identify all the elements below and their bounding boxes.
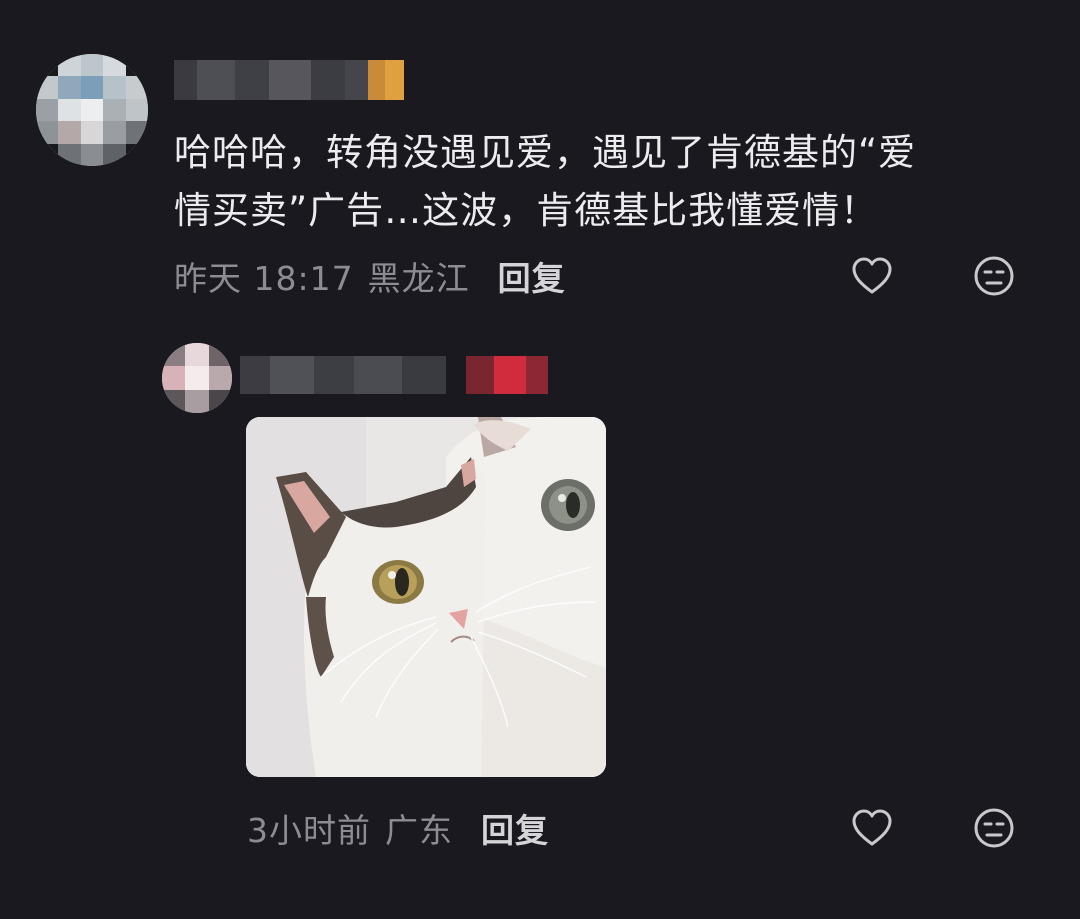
comment-time: 昨天 18:17 <box>174 259 354 298</box>
avatar-pixelation <box>36 54 148 166</box>
reply-like-button[interactable] <box>849 805 895 851</box>
reply-time: 3小时前 <box>247 811 371 850</box>
heart-outline-icon <box>852 809 892 846</box>
heart-outline-icon <box>852 257 892 294</box>
reply-location: 广东 <box>385 811 453 850</box>
meh-face-icon <box>974 808 1014 848</box>
comment-text-line-2: 情买卖”广告…这波，肯德基比我懂爱情！ <box>174 189 879 232</box>
comment-location: 黑龙江 <box>367 259 470 298</box>
comment-like-button[interactable] <box>849 253 895 299</box>
comment-text: 哈哈哈，转角没遇见爱，遇见了肯德基的“爱 情买卖”广告…这波，肯德基比我懂爱情！ <box>174 124 1034 240</box>
replier-name-redacted[interactable] <box>240 350 570 400</box>
comment-meta: 昨天 18:17 黑龙江 回复 <box>174 250 566 302</box>
commenter-name-redacted[interactable] <box>174 56 405 104</box>
meh-face-icon <box>974 256 1014 296</box>
comment-dislike-button[interactable] <box>971 253 1017 299</box>
reply-dislike-button[interactable] <box>971 805 1017 851</box>
cat-photo <box>246 417 606 777</box>
reply-image-cats[interactable] <box>246 417 606 777</box>
avatar-pixelation <box>162 343 232 413</box>
commenter-avatar[interactable] <box>36 54 148 166</box>
reply-meta: 3小时前 广东 回复 <box>247 802 549 854</box>
comment-reply-button[interactable]: 回复 <box>498 252 566 300</box>
comment-text-line-1: 哈哈哈，转角没遇见爱，遇见了肯德基的“爱 <box>174 131 917 174</box>
replier-avatar[interactable] <box>162 343 232 413</box>
reply-reply-button[interactable]: 回复 <box>481 804 549 852</box>
